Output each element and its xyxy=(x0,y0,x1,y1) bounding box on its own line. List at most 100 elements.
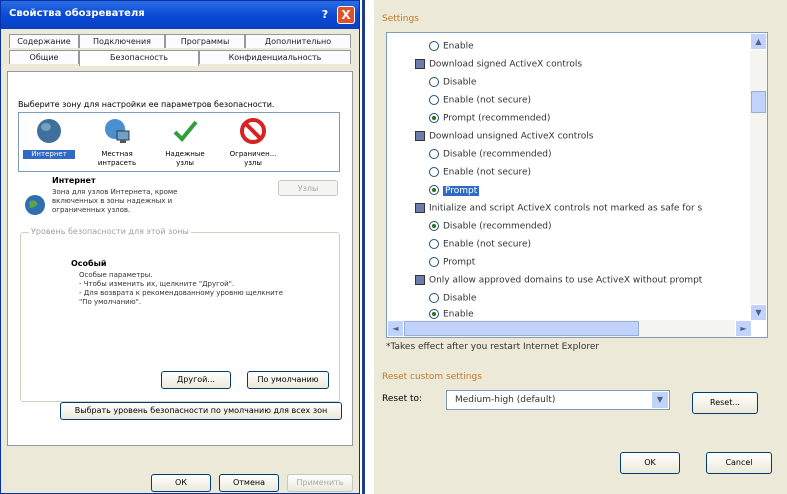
restricted-icon xyxy=(240,118,266,144)
radio-button[interactable] xyxy=(429,113,439,123)
reset-section-label: Reset custom settings xyxy=(382,372,482,382)
settings-list[interactable]: Enable Download signed ActiveX controls … xyxy=(386,32,768,338)
scroll-right-icon[interactable]: ► xyxy=(735,320,752,337)
scroll-down-icon[interactable]: ▼ xyxy=(750,304,767,321)
zone-trusted-sites[interactable]: Надежные узлы xyxy=(159,115,211,169)
cancel-button[interactable]: Cancel xyxy=(706,452,772,474)
option-label: Disable (recommended) xyxy=(443,149,552,160)
title-bar: Свойства обозревателя ? X xyxy=(1,1,359,29)
radio-button[interactable] xyxy=(429,167,439,177)
apply-button[interactable]: Применить xyxy=(287,474,353,492)
tab-general[interactable]: Общие xyxy=(9,50,79,64)
radio-button[interactable] xyxy=(429,77,439,87)
radio-option[interactable]: Enable xyxy=(429,41,474,52)
hscroll-thumb[interactable] xyxy=(404,321,639,336)
option-label: Disable xyxy=(443,293,477,304)
globe-icon xyxy=(37,119,61,143)
radio-option[interactable]: Disable (recommended) xyxy=(429,221,552,232)
zone-internet[interactable]: Интернет xyxy=(23,115,75,169)
tab-privacy[interactable]: Конфиденциальность xyxy=(199,50,351,64)
tab-content[interactable]: Содержание xyxy=(9,34,79,48)
custom-level-button[interactable]: Другой... xyxy=(161,371,231,389)
radio-option[interactable]: Enable (not secure) xyxy=(429,167,531,178)
reset-level-select[interactable]: Medium-high (default) ▼ xyxy=(446,390,670,410)
scroll-up-icon[interactable]: ▲ xyxy=(750,33,767,50)
option-label: Disable (recommended) xyxy=(443,221,552,232)
zone-local-intranet[interactable]: Местная интрасеть xyxy=(91,115,143,169)
radio-option[interactable]: Disable xyxy=(429,77,476,88)
level-desc-4: "По умолчанию". xyxy=(79,298,142,306)
setting-group: Download signed ActiveX controls xyxy=(415,59,582,70)
horizontal-scrollbar[interactable]: ◄ ► xyxy=(387,320,752,337)
radio-option[interactable]: Prompt xyxy=(429,185,480,196)
option-label: Disable xyxy=(443,77,477,88)
internet-options-dialog: Свойства обозревателя ? X Содержание Под… xyxy=(0,0,360,494)
scroll-left-icon[interactable]: ◄ xyxy=(387,320,404,337)
radio-option[interactable]: Enable (not secure) xyxy=(429,239,531,250)
intranet-icon xyxy=(105,119,130,143)
zone-label: Интернет xyxy=(23,150,75,159)
globe-icon xyxy=(25,195,45,215)
chevron-down-icon[interactable]: ▼ xyxy=(652,392,668,408)
radio-option[interactable]: Enable (not secure) xyxy=(429,95,531,106)
tab-connections[interactable]: Подключения xyxy=(79,34,165,48)
settings-label: Settings xyxy=(382,14,419,24)
tab-advanced[interactable]: Дополнительно xyxy=(245,34,351,48)
radio-button[interactable] xyxy=(429,149,439,159)
ok-button[interactable]: ОК xyxy=(151,474,211,492)
option-label-selected: Prompt xyxy=(443,185,480,196)
setting-icon xyxy=(415,131,425,141)
sites-button[interactable]: Узлы xyxy=(278,180,338,196)
option-label: Enable (not secure) xyxy=(443,95,532,106)
option-label: Prompt (recommended) xyxy=(443,113,551,124)
radio-option[interactable]: Enable xyxy=(429,309,474,320)
divider xyxy=(360,0,374,494)
zone-prompt: Выберите зону для настройки ее параметро… xyxy=(18,100,275,109)
radio-option[interactable]: Disable xyxy=(429,293,476,304)
setting-icon xyxy=(415,59,425,69)
reset-to-label: Reset to: xyxy=(382,394,423,404)
group-label: Initialize and script ActiveX controls n… xyxy=(429,203,703,214)
reset-level-value: Medium-high (default) xyxy=(455,395,556,405)
radio-button[interactable] xyxy=(429,95,439,105)
reset-button[interactable]: Reset... xyxy=(692,392,758,414)
radio-option[interactable]: Disable (recommended) xyxy=(429,149,552,160)
level-name: Особый xyxy=(71,259,107,268)
setting-icon xyxy=(415,203,425,213)
zone-list: Интернет Местная интрасеть Надежные узлы… xyxy=(18,112,340,172)
zone-label: Ограничен... узлы xyxy=(229,150,277,167)
setting-group: Download unsigned ActiveX controls xyxy=(415,131,593,142)
security-panel: Выберите зону для настройки ее параметро… xyxy=(7,71,353,446)
radio-button[interactable] xyxy=(429,309,439,319)
radio-button[interactable] xyxy=(429,41,439,51)
security-settings-dialog: Settings Enable Download signed ActiveX … xyxy=(374,0,787,494)
restart-note: *Takes effect after you restart Internet… xyxy=(386,342,600,352)
close-button[interactable]: X xyxy=(337,6,355,24)
vertical-scrollbar[interactable]: ▲ ▼ xyxy=(750,33,767,321)
zone-label: Местная интрасеть xyxy=(97,150,137,167)
scroll-thumb[interactable] xyxy=(751,91,766,113)
tab-security[interactable]: Безопасность xyxy=(79,50,199,66)
group-label: Download signed ActiveX controls xyxy=(429,59,583,70)
cancel-button[interactable]: Отмена xyxy=(219,474,279,492)
radio-option[interactable]: Prompt (recommended) xyxy=(429,113,550,124)
option-label: Enable xyxy=(443,41,474,52)
tab-programs[interactable]: Программы xyxy=(165,34,245,48)
radio-button[interactable] xyxy=(429,239,439,249)
radio-option[interactable]: Prompt xyxy=(429,257,475,268)
default-level-button[interactable]: По умолчанию xyxy=(247,371,329,389)
group-label: Only allow approved domains to use Activ… xyxy=(429,275,703,286)
radio-button[interactable] xyxy=(429,257,439,267)
setting-group: Initialize and script ActiveX controls n… xyxy=(415,203,702,214)
zone-label: Надежные узлы xyxy=(165,150,205,167)
level-desc-2: - Чтобы изменить их, щелкните "Другой". xyxy=(79,280,235,288)
ok-button[interactable]: OK xyxy=(620,452,680,474)
reset-all-zones-button[interactable]: Выбрать уровень безопасности по умолчани… xyxy=(60,402,342,420)
level-desc-3: - Для возврата к рекомендованному уровню… xyxy=(79,289,284,297)
radio-button[interactable] xyxy=(429,221,439,231)
zone-restricted-sites[interactable]: Ограничен... узлы xyxy=(227,115,279,169)
radio-button[interactable] xyxy=(429,293,439,303)
radio-button[interactable] xyxy=(429,185,439,195)
dialog-title: Свойства обозревателя xyxy=(9,8,145,19)
help-button[interactable]: ? xyxy=(317,7,333,23)
